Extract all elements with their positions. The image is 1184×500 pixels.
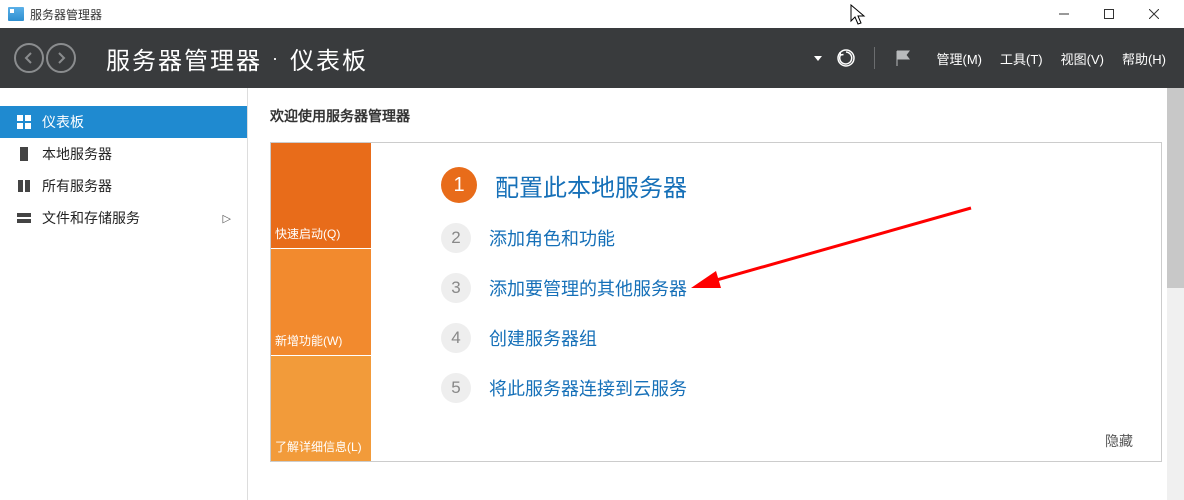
menu-view[interactable]: 视图(V) xyxy=(1061,49,1104,68)
sidebar-item-dashboard[interactable]: 仪表板 xyxy=(0,106,247,138)
minimize-button[interactable] xyxy=(1041,0,1086,28)
main-area: 仪表板 本地服务器 所有服务器 文件和存储服务 ▷ 欢迎使用服务器管理器 快速启… xyxy=(0,88,1184,500)
step-link-label: 创建服务器组 xyxy=(489,325,597,351)
breadcrumb: 服务器管理器 · 仪表板 xyxy=(106,41,368,76)
step-create-server-group[interactable]: 4 创建服务器组 xyxy=(441,323,1121,353)
nav-arrows xyxy=(14,43,76,73)
storage-icon xyxy=(16,210,32,226)
close-button[interactable] xyxy=(1131,0,1176,28)
header-right: 管理(M) 工具(T) 视图(V) 帮助(H) xyxy=(814,44,1184,72)
header-divider xyxy=(874,47,875,69)
sidebar-item-local-server[interactable]: 本地服务器 xyxy=(0,138,247,170)
dashboard-icon xyxy=(16,114,32,130)
step-number-badge: 1 xyxy=(441,167,477,203)
breadcrumb-dropdown-icon[interactable] xyxy=(814,56,822,61)
breadcrumb-page[interactable]: 仪表板 xyxy=(290,41,368,76)
header-menu: 管理(M) 工具(T) 视图(V) 帮助(H) xyxy=(937,49,1167,68)
welcome-title: 欢迎使用服务器管理器 xyxy=(270,106,1162,126)
step-link-label: 添加要管理的其他服务器 xyxy=(489,275,687,301)
steps-area: 1 配置此本地服务器 2 添加角色和功能 3 添加要管理的其他服务器 4 创建服… xyxy=(371,143,1161,461)
tile-label: 了解详细信息(L) xyxy=(275,438,369,455)
step-connect-cloud[interactable]: 5 将此服务器连接到云服务 xyxy=(441,373,1121,403)
menu-manage[interactable]: 管理(M) xyxy=(937,49,983,68)
content-area: 欢迎使用服务器管理器 快速启动(Q) 新增功能(W) 了解详细信息(L) 1 配… xyxy=(248,88,1184,500)
window-title: 服务器管理器 xyxy=(30,6,102,23)
refresh-button[interactable] xyxy=(832,44,860,72)
step-number-badge: 2 xyxy=(441,223,471,253)
maximize-button[interactable] xyxy=(1086,0,1131,28)
step-link-label: 配置此本地服务器 xyxy=(495,168,687,203)
sidebar-item-all-servers[interactable]: 所有服务器 xyxy=(0,170,247,202)
back-button[interactable] xyxy=(14,43,44,73)
expand-chevron-icon[interactable]: ▷ xyxy=(223,212,231,225)
scrollbar-thumb[interactable] xyxy=(1167,88,1184,288)
step-configure-local-server[interactable]: 1 配置此本地服务器 xyxy=(441,167,1121,203)
sidebar-item-label: 仪表板 xyxy=(42,112,84,132)
breadcrumb-root[interactable]: 服务器管理器 xyxy=(106,41,262,76)
sidebar-item-file-storage[interactable]: 文件和存储服务 ▷ xyxy=(0,202,247,234)
left-stack: 快速启动(Q) 新增功能(W) 了解详细信息(L) xyxy=(271,143,371,461)
window-controls xyxy=(1041,0,1176,28)
forward-button[interactable] xyxy=(46,43,76,73)
tile-label: 新增功能(W) xyxy=(275,332,369,349)
menu-tools[interactable]: 工具(T) xyxy=(1000,49,1043,68)
sidebar-item-label: 本地服务器 xyxy=(42,144,112,164)
sidebar-item-label: 所有服务器 xyxy=(42,176,112,196)
quickstart-tile[interactable]: 快速启动(Q) xyxy=(271,143,371,249)
chevron-right-icon: · xyxy=(272,48,280,69)
step-number-badge: 5 xyxy=(441,373,471,403)
hide-link[interactable]: 隐藏 xyxy=(1105,431,1133,451)
step-add-other-servers[interactable]: 3 添加要管理的其他服务器 xyxy=(441,273,1121,303)
learnmore-tile[interactable]: 了解详细信息(L) xyxy=(271,356,371,461)
step-add-roles-features[interactable]: 2 添加角色和功能 xyxy=(441,223,1121,253)
welcome-panel: 快速启动(Q) 新增功能(W) 了解详细信息(L) 1 配置此本地服务器 2 添… xyxy=(270,142,1162,462)
server-icon xyxy=(16,146,32,162)
notifications-flag-icon[interactable] xyxy=(889,44,917,72)
sidebar-item-label: 文件和存储服务 xyxy=(42,208,140,228)
step-link-label: 将此服务器连接到云服务 xyxy=(489,375,687,401)
step-number-badge: 3 xyxy=(441,273,471,303)
sidebar: 仪表板 本地服务器 所有服务器 文件和存储服务 ▷ xyxy=(0,88,248,500)
step-number-badge: 4 xyxy=(441,323,471,353)
window-titlebar: 服务器管理器 xyxy=(0,0,1184,28)
app-icon xyxy=(8,7,24,21)
step-link-label: 添加角色和功能 xyxy=(489,225,615,251)
whatsnew-tile[interactable]: 新增功能(W) xyxy=(271,249,371,355)
header-bar: 服务器管理器 · 仪表板 管理(M) 工具(T) 视图(V) 帮助(H) xyxy=(0,28,1184,88)
tile-label: 快速启动(Q) xyxy=(275,225,369,242)
servers-icon xyxy=(16,178,32,194)
menu-help[interactable]: 帮助(H) xyxy=(1122,49,1166,68)
